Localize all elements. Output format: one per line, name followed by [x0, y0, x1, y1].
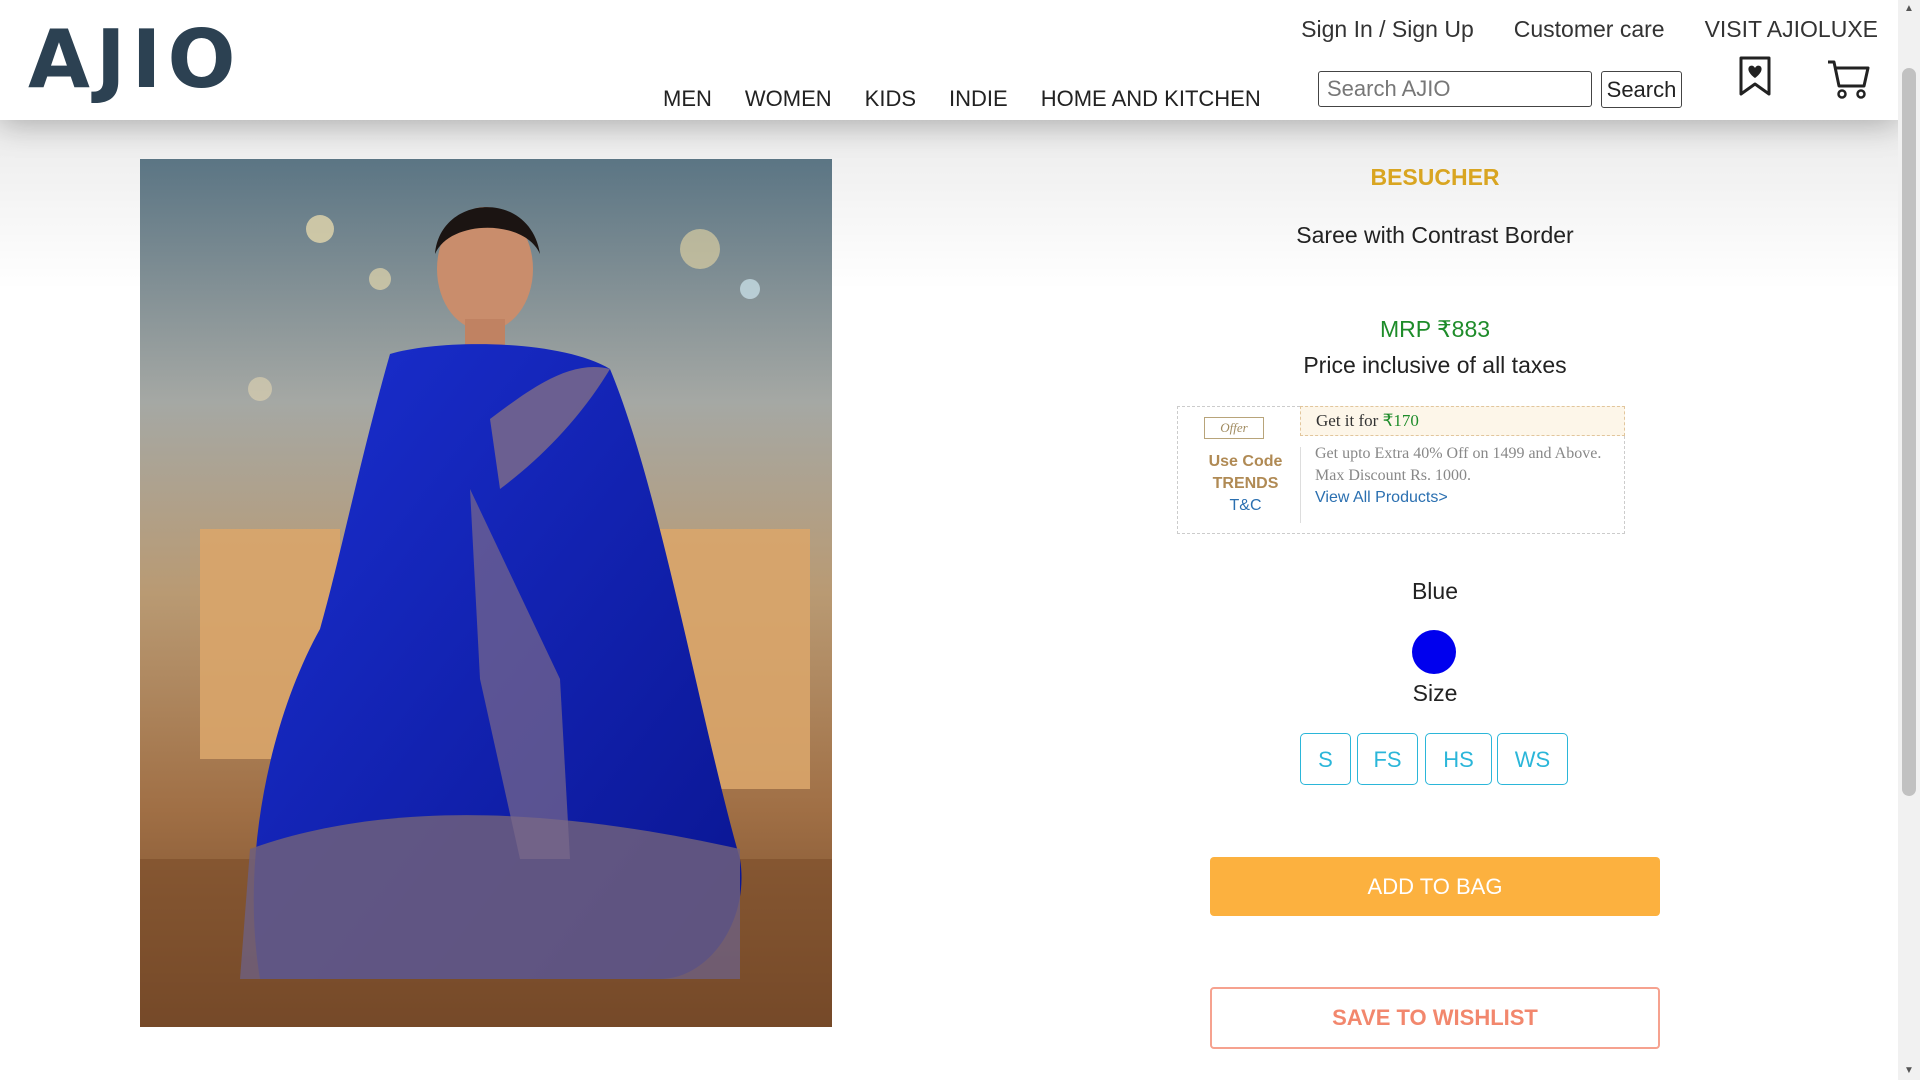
offer-tag: Offer: [1204, 417, 1264, 439]
product-image[interactable]: [140, 159, 832, 1027]
offer-box: Offer Use Code TRENDS T&C Get it for ₹17…: [1177, 406, 1625, 534]
scroll-down-arrow-icon[interactable]: ▼: [1898, 1062, 1920, 1080]
tc-link[interactable]: T&C: [1178, 495, 1313, 517]
top-links: Sign In / Sign Up Customer care VISIT AJ…: [1301, 16, 1878, 43]
get-it-for-amount: ₹170: [1382, 411, 1419, 430]
view-all-products-link[interactable]: View All Products>: [1315, 487, 1615, 509]
use-code-block: Use Code TRENDS T&C: [1178, 451, 1313, 517]
nav-home-and-kitchen[interactable]: HOME AND KITCHEN: [1041, 86, 1261, 112]
visit-ajioluxe-link[interactable]: VISIT AJIOLUXE: [1705, 16, 1878, 43]
nav-women[interactable]: WOMEN: [745, 86, 832, 112]
cart-icon[interactable]: [1826, 58, 1870, 100]
nav-kids[interactable]: KIDS: [865, 86, 916, 112]
color-swatch-blue[interactable]: [1412, 630, 1456, 674]
size-label: Size: [1412, 680, 1458, 706]
offer-description: Get upto Extra 40% Off on 1499 and Above…: [1315, 445, 1602, 484]
nav-men[interactable]: MEN: [663, 86, 712, 112]
price-taxes-note: Price inclusive of all taxes: [1303, 352, 1567, 378]
add-to-bag-button[interactable]: ADD TO BAG: [1210, 857, 1660, 916]
sign-in-link[interactable]: Sign In / Sign Up: [1301, 16, 1474, 43]
customer-care-link[interactable]: Customer care: [1514, 16, 1665, 43]
scrollbar-thumb[interactable]: [1902, 68, 1916, 796]
size-button-hs[interactable]: HS: [1425, 733, 1492, 785]
get-it-for: Get it for ₹170: [1300, 406, 1625, 436]
site-header: AJIO Sign In / Sign Up Customer care VIS…: [0, 0, 1898, 120]
brand-name[interactable]: BESUCHER: [1150, 164, 1720, 191]
saree-model-illustration: [140, 159, 832, 1027]
save-to-wishlist-button[interactable]: SAVE TO WISHLIST: [1210, 987, 1660, 1049]
size-button-ws[interactable]: WS: [1497, 733, 1568, 785]
offer-description-block: Get upto Extra 40% Off on 1499 and Above…: [1315, 443, 1615, 509]
product-name: Saree with Contrast Border: [1296, 222, 1574, 248]
product-mrp: MRP ₹883: [1379, 316, 1491, 342]
size-button-s[interactable]: S: [1300, 733, 1351, 785]
search-button[interactable]: Search: [1601, 71, 1682, 108]
vertical-scrollbar[interactable]: ▲ ▼: [1898, 0, 1920, 1080]
use-code-label: Use Code: [1208, 453, 1283, 470]
color-name: Blue: [1411, 578, 1459, 604]
offer-code: TRENDS: [1212, 475, 1279, 492]
get-it-for-label: Get it for: [1316, 411, 1379, 430]
wishlist-bookmark-icon[interactable]: [1738, 56, 1772, 96]
ajio-logo[interactable]: AJIO: [28, 20, 241, 100]
size-button-fs[interactable]: FS: [1357, 733, 1418, 785]
scroll-up-arrow-icon[interactable]: ▲: [1898, 0, 1920, 18]
nav-indie[interactable]: INDIE: [949, 86, 1008, 112]
offer-divider: [1300, 447, 1301, 523]
main-nav: MEN WOMEN KIDS INDIE HOME AND KITCHEN: [663, 86, 1261, 112]
search-input[interactable]: [1318, 71, 1592, 107]
